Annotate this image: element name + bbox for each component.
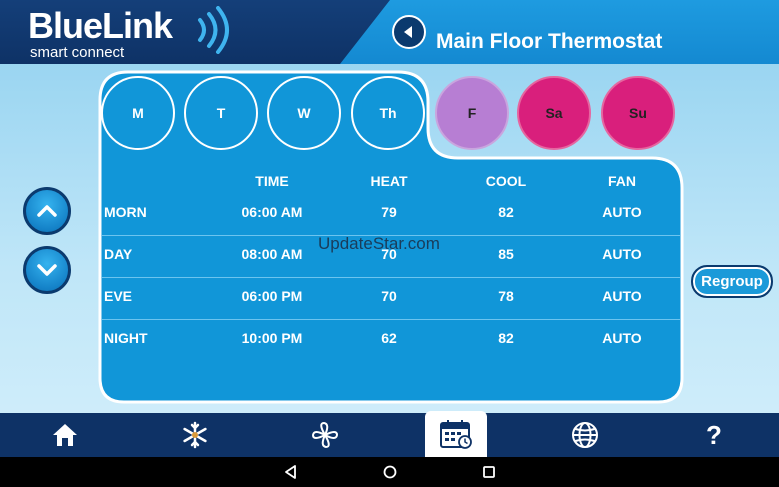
period-label: MORN <box>104 204 147 220</box>
time-value[interactable]: 06:00 AM <box>222 194 322 230</box>
calendar-icon <box>440 420 472 449</box>
snowflake-icon <box>183 421 207 449</box>
period-label: EVE <box>104 288 133 304</box>
heat-value[interactable]: 79 <box>339 194 439 230</box>
back-arrow-icon <box>404 26 412 38</box>
day-button-friday[interactable]: F <box>435 76 509 150</box>
cool-value[interactable]: 82 <box>456 320 556 356</box>
page-title: Main Floor Thermostat <box>436 30 663 53</box>
fan-value[interactable]: AUTO <box>572 194 672 230</box>
system-navigation-bar <box>0 457 779 487</box>
day-button-tuesday[interactable]: T <box>184 76 258 150</box>
nav-network[interactable] <box>555 413 615 457</box>
signal-waves-icon <box>198 6 229 54</box>
scroll-up-button[interactable] <box>23 187 71 235</box>
day-button-wednesday[interactable]: W <box>267 76 341 150</box>
column-header-heat: HEAT <box>370 173 408 189</box>
heat-value[interactable]: 62 <box>339 320 439 356</box>
logo-wordmark: BlueLink <box>28 5 173 46</box>
nav-cool[interactable] <box>165 413 225 457</box>
day-button-sunday[interactable]: Su <box>601 76 675 150</box>
fan-value[interactable]: AUTO <box>572 320 672 356</box>
back-button[interactable] <box>392 15 426 49</box>
cool-value[interactable]: 78 <box>456 278 556 314</box>
cool-value[interactable]: 85 <box>456 236 556 272</box>
fan-value[interactable]: AUTO <box>572 278 672 314</box>
table-header: TIME HEAT COOL FAN <box>102 168 680 194</box>
logo-tagline: smart connect <box>30 44 125 61</box>
time-value[interactable]: 06:00 PM <box>222 278 322 314</box>
globe-icon <box>572 422 598 448</box>
fan-value[interactable]: AUTO <box>572 236 672 272</box>
table-row[interactable]: EVE 06:00 PM 70 78 AUTO <box>102 278 680 320</box>
nav-schedule[interactable] <box>425 411 487 457</box>
nav-help[interactable]: ? <box>684 413 744 457</box>
table-row[interactable]: NIGHT 10:00 PM 62 82 AUTO <box>102 320 680 362</box>
scroll-down-button[interactable] <box>23 246 71 294</box>
bottom-nav: ? <box>0 411 779 457</box>
back-triangle-icon[interactable] <box>283 464 299 480</box>
cool-value[interactable]: 82 <box>456 194 556 230</box>
fan-icon <box>311 421 339 449</box>
chevron-up-icon <box>37 205 57 217</box>
home-circle-icon[interactable] <box>382 464 398 480</box>
regroup-button[interactable]: Regroup <box>691 265 773 298</box>
day-button-saturday[interactable]: Sa <box>517 76 591 150</box>
recents-square-icon[interactable] <box>481 464 497 480</box>
column-header-cool: COOL <box>485 173 527 189</box>
period-label: NIGHT <box>104 330 148 346</box>
day-button-monday[interactable]: M <box>101 76 175 150</box>
nav-home[interactable] <box>35 413 95 457</box>
help-icon: ? <box>706 419 722 450</box>
column-header-fan: FAN <box>608 173 636 189</box>
time-value[interactable]: 10:00 PM <box>222 320 322 356</box>
column-header-time: TIME <box>255 173 289 189</box>
schedule-table: TIME HEAT COOL FAN MORN 06:00 AM 79 82 A… <box>102 168 680 362</box>
time-value[interactable]: 08:00 AM <box>222 236 322 272</box>
day-button-thursday[interactable]: Th <box>351 76 425 150</box>
watermark-text: UpdateStar.com <box>318 234 440 253</box>
period-label: DAY <box>104 246 133 262</box>
table-row[interactable]: MORN 06:00 AM 79 82 AUTO <box>102 194 680 236</box>
nav-fan[interactable] <box>295 413 355 457</box>
chevron-down-icon <box>37 264 57 276</box>
heat-value[interactable]: 70 <box>339 278 439 314</box>
home-icon <box>53 424 77 446</box>
